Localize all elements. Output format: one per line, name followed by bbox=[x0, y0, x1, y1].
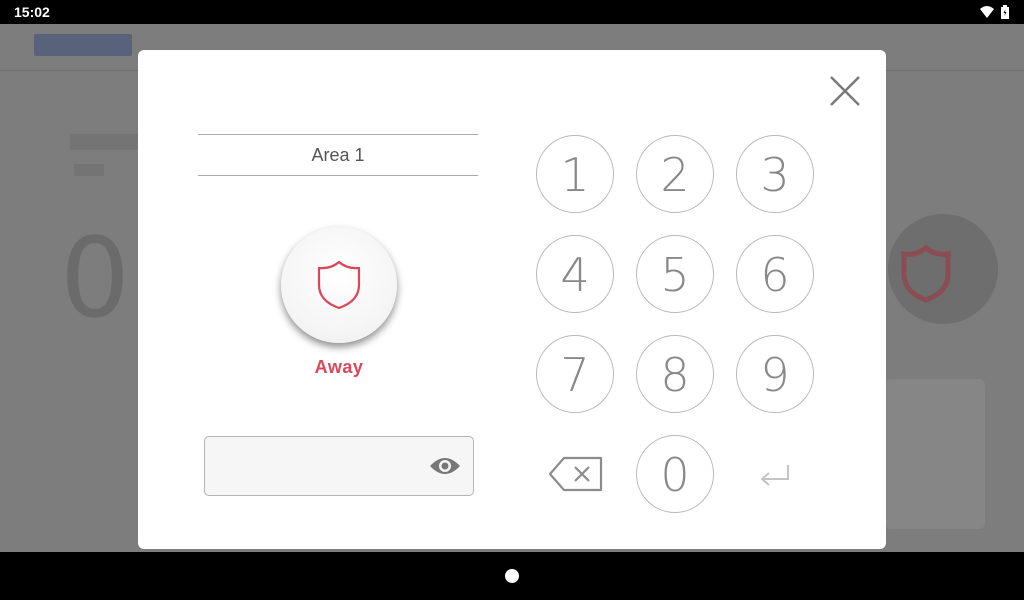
enter-icon bbox=[760, 465, 789, 486]
keypad-key-5[interactable]: 5 bbox=[636, 235, 714, 313]
area-label: Area 1 bbox=[311, 144, 365, 165]
status-time: 15:02 bbox=[14, 4, 50, 20]
keypad-key-4[interactable]: 4 bbox=[536, 235, 614, 313]
keypad-key-8[interactable]: 8 bbox=[636, 335, 714, 413]
background-digit: 0 bbox=[60, 214, 130, 342]
code-input[interactable] bbox=[215, 449, 419, 483]
wifi-icon bbox=[980, 5, 994, 23]
area-selector[interactable]: Area 1 bbox=[198, 134, 478, 176]
keypad-key-2[interactable]: 2 bbox=[636, 135, 714, 213]
mode-label: Away bbox=[314, 357, 364, 377]
show-code-button[interactable] bbox=[429, 455, 461, 477]
backspace-icon bbox=[548, 456, 603, 492]
code-field[interactable] bbox=[204, 436, 474, 496]
keypad-key-0[interactable]: 0 bbox=[636, 435, 714, 513]
battery-icon bbox=[1001, 5, 1009, 24]
keypad-key-6[interactable]: 6 bbox=[736, 235, 814, 313]
background-label bbox=[74, 164, 104, 176]
keypad-key-7[interactable]: 7 bbox=[536, 335, 614, 413]
keypad-key-1[interactable]: 1 bbox=[536, 135, 614, 213]
close-icon bbox=[830, 76, 860, 106]
brand-logo bbox=[34, 34, 132, 56]
status-bar: 15:02 bbox=[0, 0, 1024, 24]
shield-icon bbox=[317, 260, 361, 310]
background-label bbox=[70, 134, 140, 150]
background-card bbox=[885, 379, 985, 529]
close-button[interactable] bbox=[828, 74, 862, 108]
arm-keypad-dialog: Area 1 Away 1 2 3 4 5 6 7 8 9 0 bbox=[138, 50, 886, 549]
keypad-key-9[interactable]: 9 bbox=[736, 335, 814, 413]
eye-icon bbox=[430, 458, 460, 474]
enter-button[interactable] bbox=[758, 462, 792, 490]
background-shield-icon bbox=[900, 244, 952, 309]
backspace-button[interactable] bbox=[548, 456, 604, 492]
away-mode-button[interactable] bbox=[281, 227, 397, 343]
keypad-key-3[interactable]: 3 bbox=[736, 135, 814, 213]
home-button[interactable] bbox=[505, 569, 519, 583]
navigation-bar bbox=[0, 552, 1024, 600]
